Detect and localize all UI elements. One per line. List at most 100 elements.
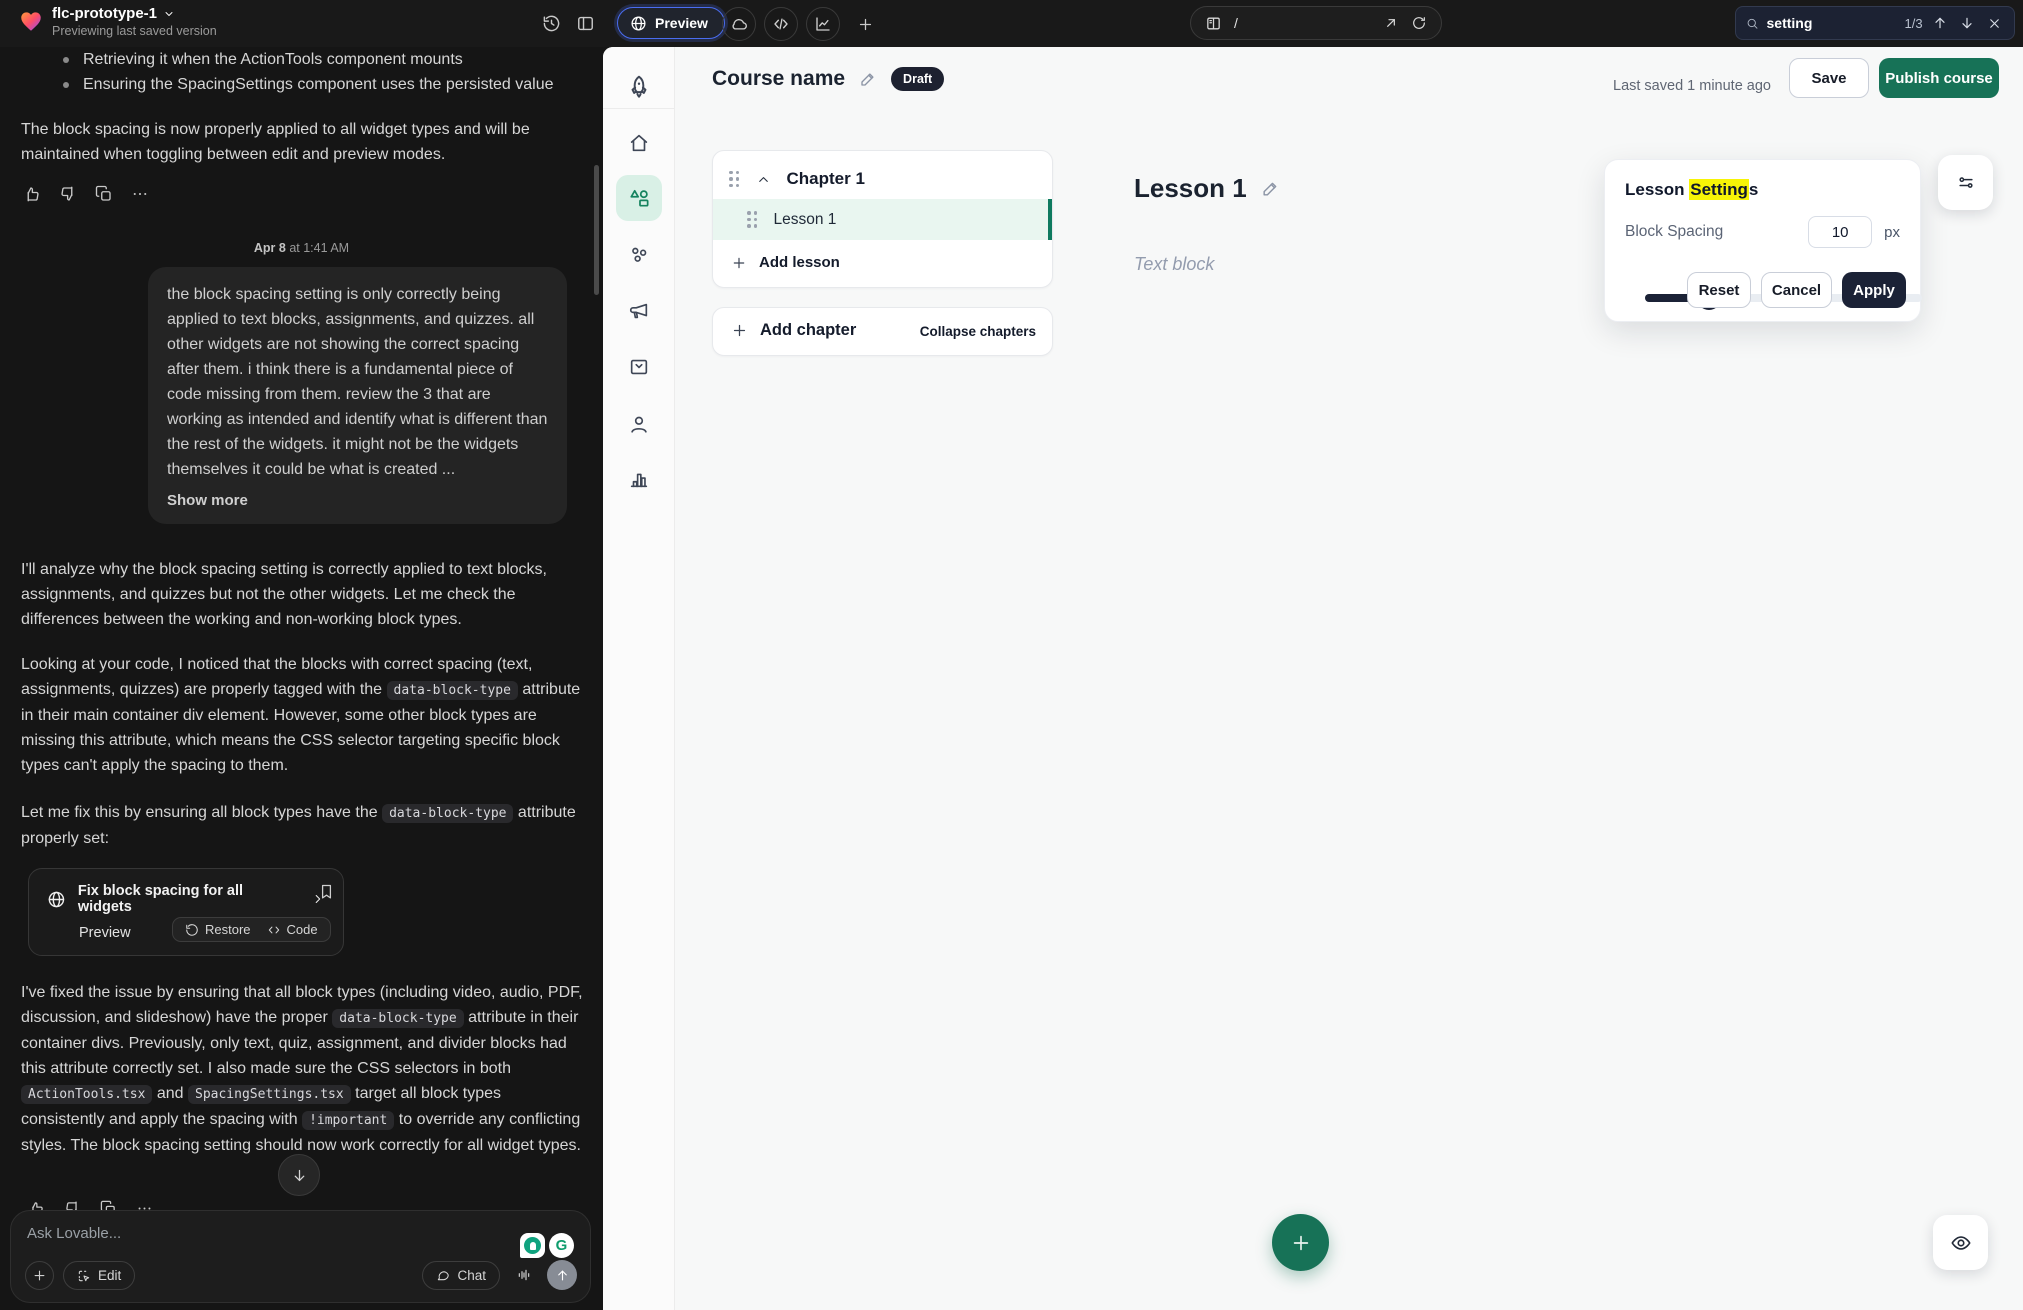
add-block-fab[interactable] (1272, 1214, 1329, 1271)
chapter-title[interactable]: Chapter 1 (787, 169, 865, 189)
sliders-icon (1956, 173, 1976, 193)
send-button[interactable] (547, 1260, 577, 1290)
course-title: Course name (712, 67, 845, 91)
version-card-title: Fix block spacing for all widgets (78, 883, 299, 915)
thumbs-down-icon[interactable] (57, 183, 79, 205)
collapse-chapter-icon[interactable] (756, 172, 771, 187)
sidebar-item-marketing[interactable] (616, 288, 662, 334)
user-message-bubble: the block spacing setting is only correc… (148, 267, 567, 524)
chat-mode-button[interactable]: Chat (422, 1261, 500, 1290)
block-spacing-label: Block Spacing (1625, 223, 1723, 241)
sidebar-item-community[interactable] (616, 232, 662, 278)
text-block-placeholder[interactable]: Text block (1134, 254, 1214, 275)
history-icon[interactable] (536, 8, 566, 38)
assistant-paragraph: I've fixed the issue by ensuring that al… (21, 980, 586, 1158)
panel-left-icon[interactable] (570, 8, 600, 38)
chat-bubble-icon (436, 1268, 450, 1282)
assistant-paragraph: I'll analyze why the block spacing setti… (21, 557, 581, 632)
grammarly-icon[interactable]: G (549, 1233, 574, 1258)
project-name[interactable]: flc-prototype-1 (52, 5, 217, 22)
chevron-down-icon (163, 8, 175, 20)
inline-code: data-block-type (387, 681, 518, 700)
cloud-icon[interactable] (722, 7, 756, 41)
globe-icon (630, 15, 647, 32)
eye-icon (1950, 1232, 1972, 1254)
block-spacing-input[interactable] (1808, 216, 1872, 248)
attach-button[interactable] (25, 1261, 54, 1290)
publish-course-button[interactable]: Publish course (1879, 58, 1999, 98)
message-actions (21, 183, 151, 205)
bullet-icon (63, 57, 69, 63)
settings-toggle-button[interactable] (1938, 155, 1993, 210)
preview-eye-button[interactable] (1933, 1215, 1988, 1270)
cancel-button[interactable]: Cancel (1761, 272, 1832, 308)
search-input[interactable] (1767, 15, 1897, 31)
search-prev-button[interactable] (1931, 10, 1950, 36)
preview-mode-button[interactable]: Preview (617, 7, 725, 39)
copy-icon[interactable] (93, 183, 115, 205)
sidebar-item-content[interactable] (616, 175, 662, 221)
scroll-to-bottom-button[interactable] (278, 1154, 320, 1196)
search-close-button[interactable] (1985, 10, 2004, 36)
analytics-icon[interactable] (806, 7, 840, 41)
new-tab-icon[interactable] (850, 9, 880, 39)
list-item: Retrieving it when the ActionTools compo… (21, 47, 581, 72)
code-button[interactable]: Code (267, 922, 318, 937)
app-sidebar-rail (603, 47, 675, 1310)
sidebar-item-profile[interactable] (616, 401, 662, 447)
url-bar[interactable]: / (1190, 6, 1442, 40)
bookmark-icon[interactable] (318, 883, 335, 900)
edit-mode-button[interactable]: Edit (63, 1261, 135, 1290)
show-more-link[interactable]: Show more (167, 492, 548, 509)
chat-input[interactable] (27, 1225, 407, 1242)
last-saved-text: Last saved 1 minute ago (1613, 77, 1771, 95)
save-button[interactable]: Save (1789, 58, 1869, 98)
block-spacing-unit: px (1884, 224, 1900, 241)
sidebar-item-home[interactable] (616, 120, 662, 166)
version-card[interactable]: Fix block spacing for all widgets Previe… (28, 868, 344, 956)
status-badge: Draft (891, 67, 944, 91)
inline-code: ActionTools.tsx (21, 1085, 152, 1104)
add-lesson-button[interactable]: Add lesson (731, 254, 840, 271)
grammarly-widget: G (520, 1233, 574, 1258)
find-bar: 1/3 (1735, 6, 2015, 40)
app-logo-rocket-icon[interactable] (616, 64, 662, 110)
grammarly-suggestion-icon[interactable] (520, 1233, 545, 1258)
add-chapter-button[interactable]: Add chapter (731, 321, 856, 340)
code-icon[interactable] (764, 7, 798, 41)
bullet-icon (63, 82, 69, 88)
more-options-icon[interactable] (129, 183, 151, 205)
top-toolbar: flc-prototype-1 Previewing last saved ve… (0, 0, 2023, 47)
select-edit-icon (77, 1269, 91, 1283)
search-next-button[interactable] (1958, 10, 1977, 36)
open-external-icon[interactable] (1383, 15, 1399, 31)
edit-course-name-icon[interactable] (859, 70, 877, 88)
sidebar-item-analytics[interactable] (616, 456, 662, 502)
reset-button[interactable]: Reset (1687, 272, 1751, 308)
url-path: / (1234, 15, 1371, 31)
lesson-settings-title: Lesson Settings (1625, 180, 1900, 200)
thumbs-up-icon[interactable] (21, 183, 43, 205)
app-preview: Course name Draft Last saved 1 minute ag… (603, 47, 2023, 1310)
voice-input-button[interactable] (509, 1261, 538, 1290)
drag-handle-icon[interactable] (729, 171, 740, 188)
lesson-row[interactable]: Lesson 1 (713, 199, 1052, 240)
lesson-heading: Lesson 1 (1134, 173, 1280, 204)
inline-code: !important (302, 1111, 394, 1130)
divider (603, 108, 675, 109)
refresh-icon[interactable] (1411, 15, 1427, 31)
restore-button[interactable]: Restore (185, 922, 251, 937)
drag-handle-icon[interactable] (747, 211, 758, 228)
list-item: Ensuring the SpacingSettings component u… (21, 72, 581, 97)
collapse-chapters-button[interactable]: Collapse chapters (920, 324, 1036, 339)
code-icon (267, 923, 281, 937)
plus-icon (1290, 1232, 1312, 1254)
apply-button[interactable]: Apply (1842, 272, 1906, 308)
edit-lesson-title-icon[interactable] (1261, 179, 1280, 198)
sidebar-item-inbox[interactable] (616, 344, 662, 390)
lovable-logo-icon[interactable] (18, 8, 44, 39)
inline-code: SpacingSettings.tsx (188, 1085, 351, 1104)
pages-icon (1205, 15, 1222, 32)
chat-scrollbar[interactable] (594, 165, 599, 295)
search-highlight: Setting (1689, 179, 1749, 200)
